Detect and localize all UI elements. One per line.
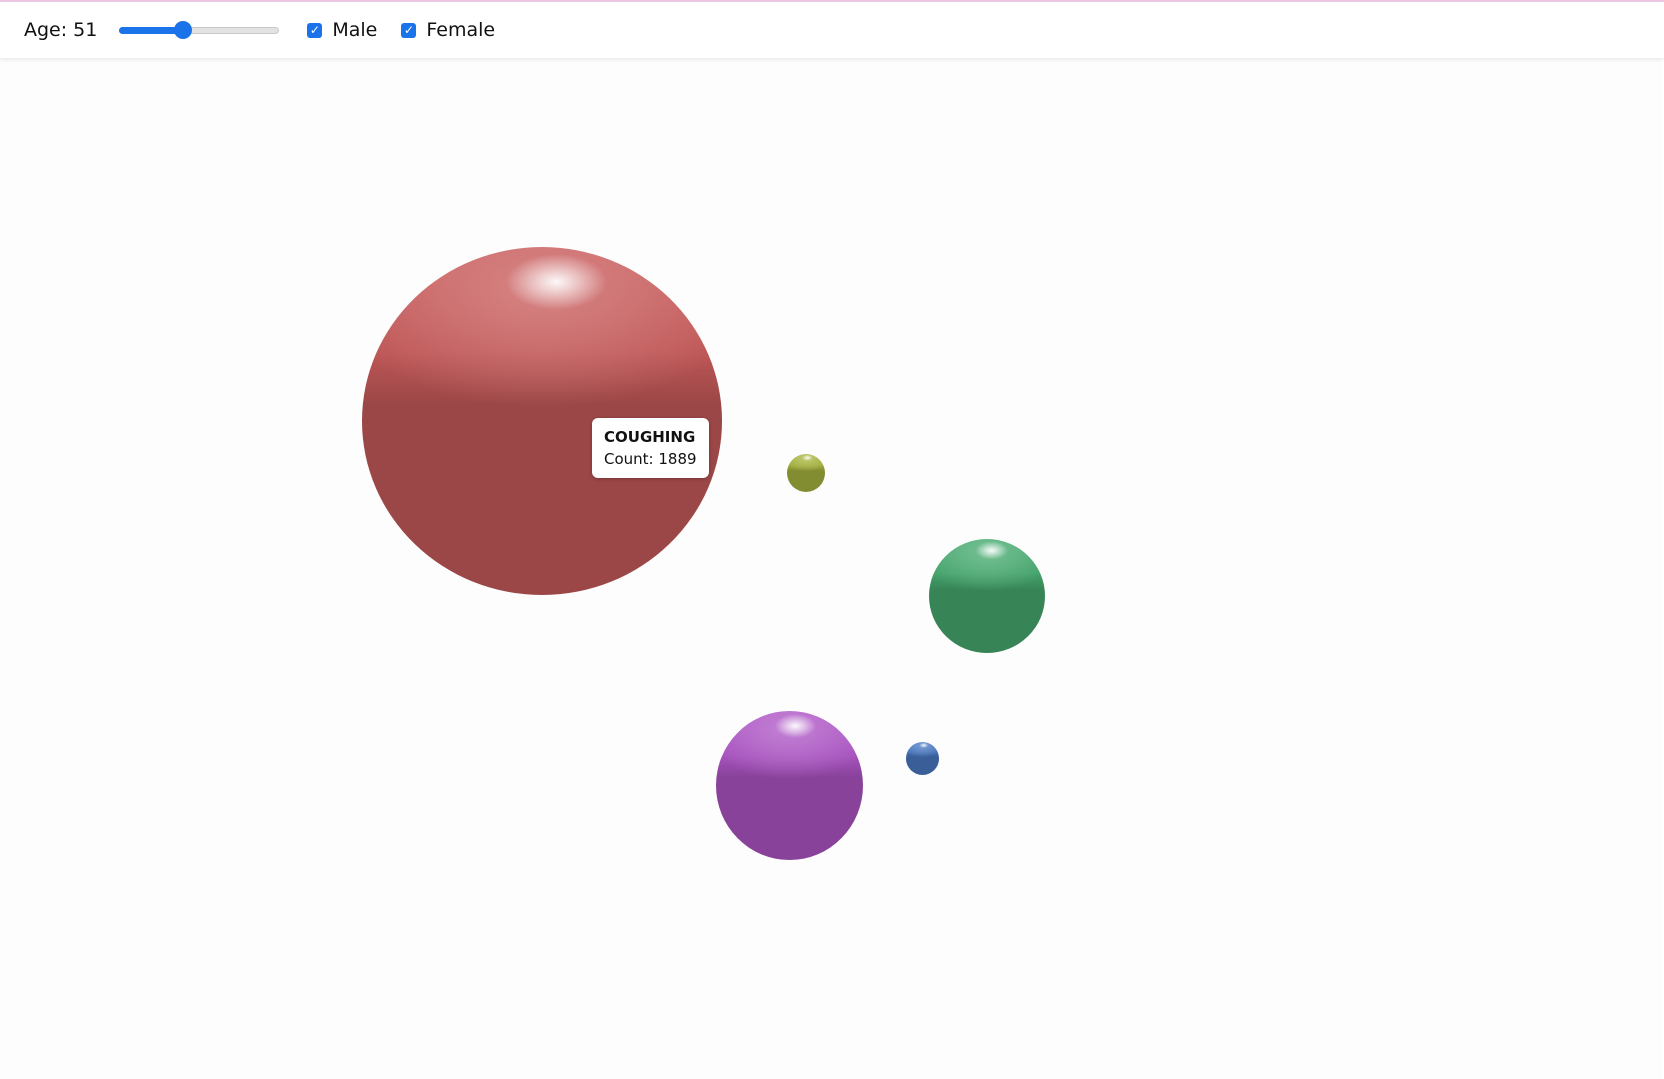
male-checkbox[interactable]: ✓ — [307, 22, 323, 38]
female-filter[interactable]: ✓ Female — [401, 19, 495, 41]
tooltip-title: COUGHING — [604, 428, 696, 446]
age-label-text: Age: — [24, 19, 68, 41]
bubble-scene[interactable]: COUGHING Count: 1889 — [0, 58, 1664, 1079]
tooltip-count-value: 1889 — [658, 450, 697, 468]
male-filter[interactable]: ✓ Male — [307, 19, 377, 41]
sphere-blue[interactable] — [906, 742, 939, 775]
bubble-tooltip: COUGHING Count: 1889 — [592, 418, 709, 478]
tooltip-count-label: Count: — [604, 450, 654, 468]
female-checkbox[interactable]: ✓ — [401, 22, 417, 38]
tooltip-count: Count: 1889 — [604, 448, 697, 470]
sphere-yellow[interactable] — [787, 454, 825, 492]
age-slider[interactable] — [119, 20, 280, 40]
sphere-purple[interactable] — [716, 711, 863, 860]
age-label: Age: 51 — [24, 19, 97, 41]
age-slider-thumb[interactable] — [174, 21, 193, 39]
age-value: 51 — [73, 19, 98, 41]
filter-toolbar: Age: 51 ✓ Male ✓ Female — [0, 2, 1664, 58]
female-label: Female — [426, 19, 496, 41]
male-label: Male — [332, 19, 378, 41]
sphere-green[interactable] — [929, 539, 1045, 653]
